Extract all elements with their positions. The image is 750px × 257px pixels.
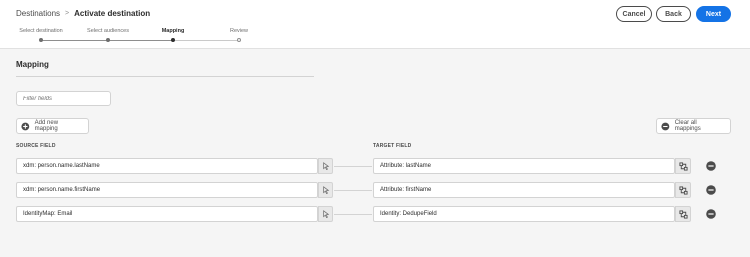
section-title: Mapping (16, 60, 49, 69)
source-field[interactable]: xdm: person.name.lastName (16, 158, 318, 174)
source-field-picker-button[interactable] (318, 158, 333, 174)
source-field-picker-button[interactable] (318, 206, 333, 222)
breadcrumb: Destinations > Activate destination (16, 9, 150, 18)
cursor-select-icon (322, 162, 329, 170)
mapping-connector (334, 190, 372, 191)
mapping-connector (334, 214, 372, 215)
target-field[interactable]: Identity: DedupeField (373, 206, 675, 222)
target-field-picker-button[interactable] (675, 206, 691, 222)
filter-fields-input[interactable] (16, 91, 111, 106)
source-field[interactable]: IdentityMap: Email (16, 206, 318, 222)
add-new-mapping-label: Add new mapping (34, 120, 59, 132)
next-button[interactable]: Next (696, 6, 731, 22)
header-bar: Destinations > Activate destination Canc… (0, 0, 750, 49)
step-dot-select-destination (39, 38, 43, 42)
source-field-header: SOURCE FIELD (16, 143, 56, 149)
source-field[interactable]: xdm: person.name.firstName (16, 182, 318, 198)
source-field-picker-button[interactable] (318, 182, 333, 198)
add-new-mapping-button[interactable]: Add new mapping (16, 118, 89, 134)
target-field-picker-button[interactable] (675, 182, 691, 198)
clear-all-mappings-label: Clear all mappings (674, 120, 701, 132)
step-dot-review (237, 38, 241, 42)
step-dot-select-audiences (106, 38, 110, 42)
step-dot-mapping (171, 38, 175, 42)
step-connector (108, 40, 173, 41)
mapping-row: xdm: person.name.firstName Attribute: fi… (0, 182, 750, 198)
back-button[interactable]: Back (656, 6, 691, 22)
cursor-select-icon (322, 210, 329, 218)
breadcrumb-current: Activate destination (74, 9, 151, 18)
remove-circle-icon[interactable] (706, 209, 716, 219)
target-field-picker-button[interactable] (675, 158, 691, 174)
breadcrumb-separator: > (65, 10, 70, 17)
remove-circle-icon[interactable] (706, 161, 716, 171)
add-circle-icon (21, 122, 30, 130)
target-field[interactable]: Attribute: firstName (373, 182, 675, 198)
cancel-button[interactable]: Cancel (616, 6, 652, 22)
step-connector (173, 40, 239, 41)
schema-map-icon (678, 209, 688, 219)
cursor-select-icon (322, 186, 329, 194)
step-label-select-destination: Select destination (19, 28, 63, 34)
target-field[interactable]: Attribute: lastName (373, 158, 675, 174)
clear-all-mappings-button[interactable]: Clear all mappings (656, 118, 731, 134)
target-field-header: TARGET FIELD (373, 143, 412, 149)
remove-circle-icon[interactable] (706, 185, 716, 195)
remove-circle-icon (661, 122, 670, 130)
schema-map-icon (678, 161, 688, 171)
schema-map-icon (678, 185, 688, 195)
mapping-row: IdentityMap: Email Identity: DedupeField (0, 206, 750, 222)
breadcrumb-destinations[interactable]: Destinations (16, 9, 60, 18)
mapping-row: xdm: person.name.lastName Attribute: las… (0, 158, 750, 174)
step-label-review: Review (229, 28, 249, 34)
step-label-mapping: Mapping (161, 28, 185, 34)
step-connector (41, 40, 108, 41)
mapping-connector (334, 166, 372, 167)
step-label-select-audiences: Select audiences (87, 28, 129, 34)
section-divider (16, 76, 314, 77)
